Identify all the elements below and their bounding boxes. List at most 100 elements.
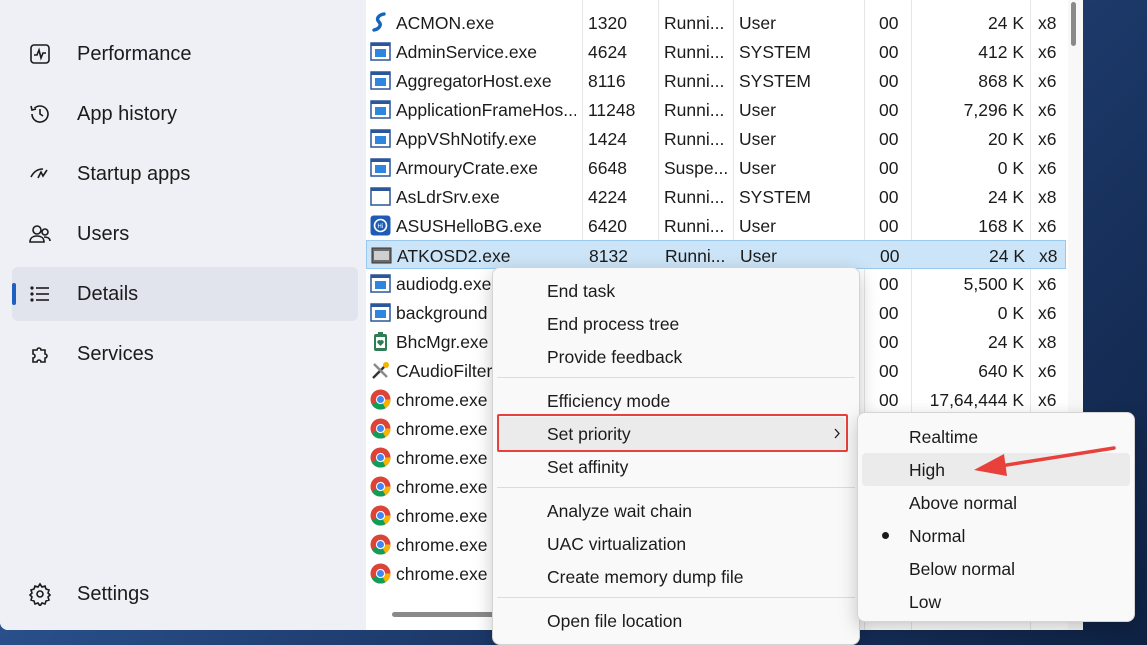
process-architecture: x8: [1038, 332, 1057, 352]
nav-label: App history: [77, 102, 178, 125]
exe-icon: [370, 41, 391, 62]
process-pid: 4624: [588, 42, 627, 62]
process-name: AggregatorHost.exe: [396, 71, 552, 91]
nav-performance[interactable]: Performance: [12, 27, 358, 81]
startup-icon: [30, 168, 48, 179]
table-row[interactable]: ArmouryCrate.exe 6648 Suspe... User 00 0 Kx6: [366, 153, 1066, 182]
menu-item-efficiency-mode[interactable]: Efficiency mode: [497, 384, 855, 417]
users-icon: [29, 225, 51, 243]
process-pid: 8116: [588, 71, 626, 91]
process-status: Runni...: [665, 246, 726, 266]
priority-low[interactable]: Low: [862, 585, 1130, 618]
nav-services[interactable]: Services: [12, 327, 358, 381]
process-name: AsLdrSrv.exe: [396, 187, 500, 207]
table-row[interactable]: ACMON.exe 1320 Runni... User 00 24 Kx8: [366, 8, 1066, 37]
process-cpu: 00: [879, 216, 899, 236]
menu-item-create-memory-dump[interactable]: Create memory dump file: [497, 560, 855, 593]
process-memory: 7,296 K: [963, 100, 1024, 120]
context-menu: End task End process tree Provide feedba…: [492, 267, 860, 645]
process-cpu: 00: [879, 71, 899, 91]
table-row[interactable]: AsLdrSrv.exe 4224 Runni... SYSTEM 00 24 Kx8: [366, 182, 1066, 211]
table-row[interactable]: AppVShNotify.exe 1424 Runni... User 00 20 Kx6: [366, 124, 1066, 153]
process-cpu: 00: [879, 390, 899, 410]
process-memory: 412 K: [978, 42, 1024, 62]
process-memory: 24 K: [988, 187, 1024, 207]
nav-users[interactable]: Users: [12, 207, 358, 261]
annotation-highlight-box: [497, 414, 848, 452]
menu-separator: [497, 597, 855, 598]
process-architecture: x6: [1038, 158, 1057, 178]
menu-item-end-process-tree[interactable]: End process tree: [497, 307, 855, 340]
exe-icon: [370, 128, 391, 149]
process-memory: 20 K: [988, 129, 1024, 149]
process-architecture: x6: [1038, 274, 1057, 294]
priority-normal[interactable]: Normal: [862, 519, 1130, 552]
process-name: ASUSHelloBG.exe: [396, 216, 542, 236]
table-row[interactable]: ATKOSD2.exe 8132 Runni... User 00 24 Kx8: [366, 240, 1066, 269]
menu-item-end-task[interactable]: End task: [497, 274, 855, 307]
process-cpu: 00: [879, 274, 899, 294]
vertical-scroll-thumb[interactable]: [1071, 2, 1076, 46]
process-architecture: x6: [1038, 303, 1057, 323]
process-status: Runni...: [664, 187, 725, 207]
process-memory: 24 K: [989, 246, 1025, 266]
process-pid: 4224: [588, 187, 627, 207]
nav-startup-apps[interactable]: Startup apps: [12, 147, 358, 201]
process-name: AdminService.exe: [396, 42, 538, 62]
nav-label: Startup apps: [77, 162, 191, 185]
performance-icon: [30, 44, 50, 64]
table-row[interactable]: AdminService.exe 4624 Runni... SYSTEM 00 412 …: [366, 37, 1066, 66]
process-memory: 868 K: [978, 71, 1024, 91]
table-row[interactable]: Hi ASUSHelloBG.exe 6420 Runni... User 00 168 K…: [366, 211, 1066, 240]
tools-icon: [370, 360, 391, 381]
process-cpu: 00: [879, 187, 899, 207]
chrome-icon: [370, 563, 391, 584]
asus-hello-icon: Hi: [370, 215, 391, 236]
process-name: ArmouryCrate.exe: [396, 158, 538, 178]
process-architecture: x6: [1038, 71, 1057, 91]
chrome-icon: [370, 447, 391, 468]
selection-indicator: [12, 283, 16, 305]
process-architecture: x8: [1039, 246, 1058, 266]
process-pid: 1424: [588, 129, 627, 149]
process-pid: 6420: [588, 216, 627, 236]
nav-settings[interactable]: Settings: [12, 567, 358, 621]
process-pid: 1320: [588, 13, 627, 33]
nav-app-history[interactable]: App history: [12, 87, 358, 141]
process-status: Runni...: [664, 129, 725, 149]
menu-item-open-file-location[interactable]: Open file location: [497, 604, 855, 637]
process-cpu: 00: [879, 42, 899, 62]
acmon-icon: [370, 12, 391, 33]
process-name: ApplicationFrameHos...: [396, 100, 576, 120]
table-row[interactable]: ApplicationFrameHos... 11248 Runni... User 0…: [366, 95, 1066, 124]
process-status: Runni...: [664, 42, 725, 62]
menu-item-analyze-wait-chain[interactable]: Analyze wait chain: [497, 494, 855, 527]
exe-icon: [370, 273, 391, 294]
process-status: Runni...: [664, 71, 725, 91]
menu-separator: [497, 377, 855, 378]
menu-item-provide-feedback[interactable]: Provide feedback: [497, 340, 855, 373]
process-cpu: 00: [879, 361, 899, 381]
process-cpu: 00: [879, 129, 899, 149]
process-cpu: 00: [879, 332, 899, 352]
priority-above-normal[interactable]: Above normal: [862, 486, 1130, 519]
process-cpu: 00: [879, 303, 899, 323]
nav-label: Settings: [77, 582, 150, 605]
process-memory: 0 K: [997, 303, 1024, 323]
process-architecture: x6: [1038, 129, 1057, 149]
menu-separator: [497, 487, 855, 488]
menu-item-uac-virtualization[interactable]: UAC virtualization: [497, 527, 855, 560]
table-row[interactable]: AggregatorHost.exe 8116 Runni... SYSTEM 00 86…: [366, 66, 1066, 95]
nav-label: Users: [77, 222, 130, 245]
process-pid: 6648: [588, 158, 627, 178]
nav-details[interactable]: Details: [12, 267, 358, 321]
priority-below-normal[interactable]: Below normal: [862, 552, 1130, 585]
process-architecture: x8: [1038, 187, 1057, 207]
process-pid: 8132: [589, 246, 628, 266]
menu-item-set-affinity[interactable]: Set affinity: [497, 450, 855, 483]
nav-label: Details: [77, 282, 139, 305]
process-cpu: 00: [879, 158, 899, 178]
chrome-icon: [370, 476, 391, 497]
process-architecture: x6: [1038, 390, 1057, 410]
process-memory: 17,64,444 K: [929, 390, 1024, 410]
